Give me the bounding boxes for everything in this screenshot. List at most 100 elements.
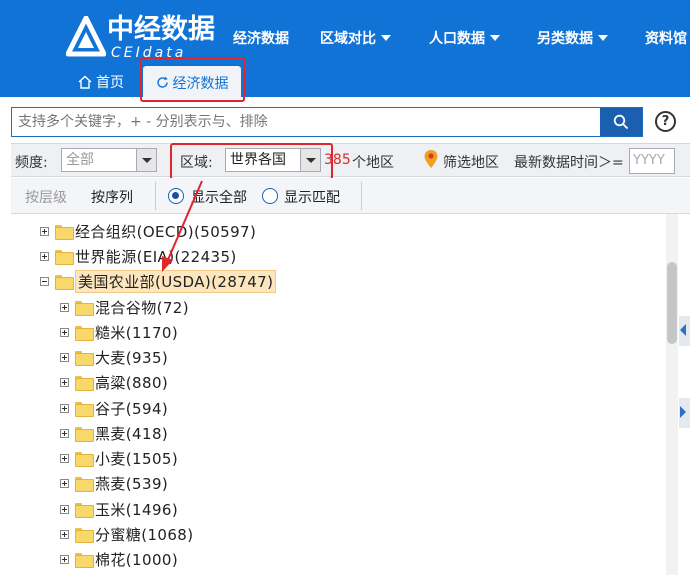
frequency-label: 频度: — [15, 155, 48, 171]
nav-item-label: 经济数据 — [233, 31, 289, 47]
tree-node-label: 经合组织(OECD)(50597) — [75, 222, 257, 241]
expand-icon[interactable] — [60, 327, 69, 337]
tab-highlight-annotation — [140, 57, 245, 102]
expand-icon[interactable] — [40, 251, 49, 261]
caret-down-icon — [490, 35, 500, 41]
folder-icon — [75, 300, 94, 316]
tree-node-label: 分蜜糖(1068) — [95, 525, 194, 544]
nav-item-alternative-data[interactable]: 另类数据 — [537, 27, 608, 49]
expand-icon[interactable] — [60, 377, 69, 387]
nav-item-label: 另类数据 — [537, 31, 593, 47]
tree-node-label: 小麦(1505) — [95, 449, 179, 468]
expand-icon[interactable] — [40, 226, 49, 236]
folder-icon — [75, 451, 94, 467]
expand-icon[interactable] — [60, 428, 69, 438]
nav-item-population-data[interactable]: 人口数据 — [429, 27, 500, 49]
toolbar-divider — [155, 182, 156, 210]
tree-node[interactable]: 谷子(594) — [60, 396, 168, 420]
folder-icon — [75, 527, 94, 543]
toolbar-divider — [361, 182, 362, 210]
tree-node-label: 混合谷物(72) — [95, 298, 189, 317]
search-icon — [613, 114, 629, 130]
help-icon[interactable]: ? — [655, 111, 676, 132]
folder-icon — [75, 401, 94, 417]
tree-node-label: 大麦(935) — [95, 348, 169, 367]
ceidata-logo[interactable]: 中经数据 CEIdata — [66, 14, 216, 62]
latest-time-input[interactable]: YYYY — [629, 148, 675, 174]
filter-region-link[interactable]: 筛选地区 — [443, 152, 499, 172]
tree-node[interactable]: 大麦(935) — [60, 345, 168, 369]
tree-node-label: 世界能源(EIA)(22435) — [75, 247, 237, 266]
folder-icon — [75, 350, 94, 366]
tree-node[interactable]: 糙米(1170) — [60, 320, 178, 344]
expand-icon[interactable] — [60, 529, 69, 539]
tree-node[interactable]: 分蜜糖(1068) — [60, 522, 193, 546]
tree-node-label: 高粱(880) — [95, 373, 169, 392]
filter-row: 频度: 全部 区域: 世界各国 385 个地区 筛选地区 最新数据时间＞= YY… — [11, 143, 690, 177]
latest-time-label: 最新数据时间＞= — [514, 155, 624, 171]
folder-icon — [55, 274, 74, 290]
folder-icon — [75, 552, 94, 568]
tree-node[interactable]: 世界能源(EIA)(22435) — [40, 244, 237, 268]
search-button[interactable] — [600, 108, 642, 136]
category-tree: 经合组织(OECD)(50597) 世界能源(EIA)(22435) 美国农业部… — [11, 214, 666, 575]
by-sequence-button[interactable]: 按序列 — [91, 187, 133, 207]
caret-down-icon — [598, 35, 608, 41]
tab-home-label: 首页 — [96, 75, 124, 91]
folder-icon — [55, 224, 74, 240]
tree-node-label: 美国农业部(USDA)(28747) — [75, 269, 277, 293]
tree-node[interactable]: 玉米(1496) — [60, 497, 178, 521]
tree-node[interactable]: 小麦(1505) — [60, 446, 178, 470]
tree-node-selected[interactable]: 美国农业部(USDA)(28747) — [40, 269, 277, 293]
tree-node[interactable]: 混合谷物(72) — [60, 295, 189, 319]
show-match-radio[interactable] — [262, 188, 278, 204]
map-pin-icon[interactable] — [423, 149, 439, 169]
side-panel-toggle[interactable] — [679, 316, 690, 346]
expand-icon[interactable] — [60, 352, 69, 362]
frequency-value: 全部 — [66, 152, 94, 168]
nav-item-library[interactable]: 资料馆 — [645, 27, 687, 49]
expand-icon[interactable] — [60, 453, 69, 463]
folder-icon — [75, 325, 94, 341]
tree-node-label: 玉米(1496) — [95, 500, 179, 519]
expand-icon[interactable] — [60, 302, 69, 312]
show-match-label[interactable]: 显示匹配 — [284, 187, 340, 207]
caret-down-icon — [381, 35, 391, 41]
tree-node-label: 黑麦(418) — [95, 424, 169, 443]
by-level-button[interactable]: 按层级 — [25, 187, 67, 207]
side-panel-toggle[interactable] — [679, 398, 690, 428]
expand-icon[interactable] — [60, 554, 69, 564]
show-all-label[interactable]: 显示全部 — [191, 187, 247, 207]
tree-node[interactable]: 燕麦(539) — [60, 471, 168, 495]
tab-home[interactable]: 首页 — [78, 72, 124, 92]
nav-item-label: 资料馆 — [645, 31, 687, 47]
expand-icon[interactable] — [60, 478, 69, 488]
folder-icon — [55, 249, 74, 265]
search-bar — [11, 107, 643, 137]
frequency-select[interactable]: 全部 — [61, 148, 157, 172]
chevron-left-icon — [680, 324, 686, 336]
nav-item-economic-data[interactable]: 经济数据 — [233, 27, 289, 49]
nav-item-label: 区域对比 — [320, 31, 376, 47]
top-navigation-bar: 中经数据 CEIdata 经济数据 区域对比 人口数据 另类数据 资料馆 首页 … — [0, 0, 690, 99]
folder-icon — [75, 426, 94, 442]
expand-icon[interactable] — [60, 403, 69, 413]
tree-node[interactable]: 高粱(880) — [60, 370, 168, 394]
tree-scrollbar-thumb[interactable] — [667, 262, 677, 344]
tree-node[interactable]: 经合组织(OECD)(50597) — [40, 219, 256, 243]
folder-icon — [75, 375, 94, 391]
tree-node[interactable]: 棉花(1000) — [60, 547, 178, 571]
tree-node-label: 谷子(594) — [95, 399, 169, 418]
collapse-icon[interactable] — [40, 276, 49, 286]
tree-node-label: 糙米(1170) — [95, 323, 179, 342]
show-all-radio[interactable] — [168, 188, 184, 204]
expand-icon[interactable] — [60, 504, 69, 514]
region-highlight-annotation — [170, 143, 333, 180]
search-input[interactable] — [12, 108, 600, 136]
folder-icon — [75, 476, 94, 492]
home-icon — [78, 75, 92, 89]
nav-item-regional-comparison[interactable]: 区域对比 — [320, 27, 391, 49]
region-count-suffix: 个地区 — [352, 155, 394, 171]
tree-node[interactable]: 黑麦(418) — [60, 421, 168, 445]
view-toolbar: 按层级 按序列 显示全部 显示匹配 — [11, 178, 690, 214]
